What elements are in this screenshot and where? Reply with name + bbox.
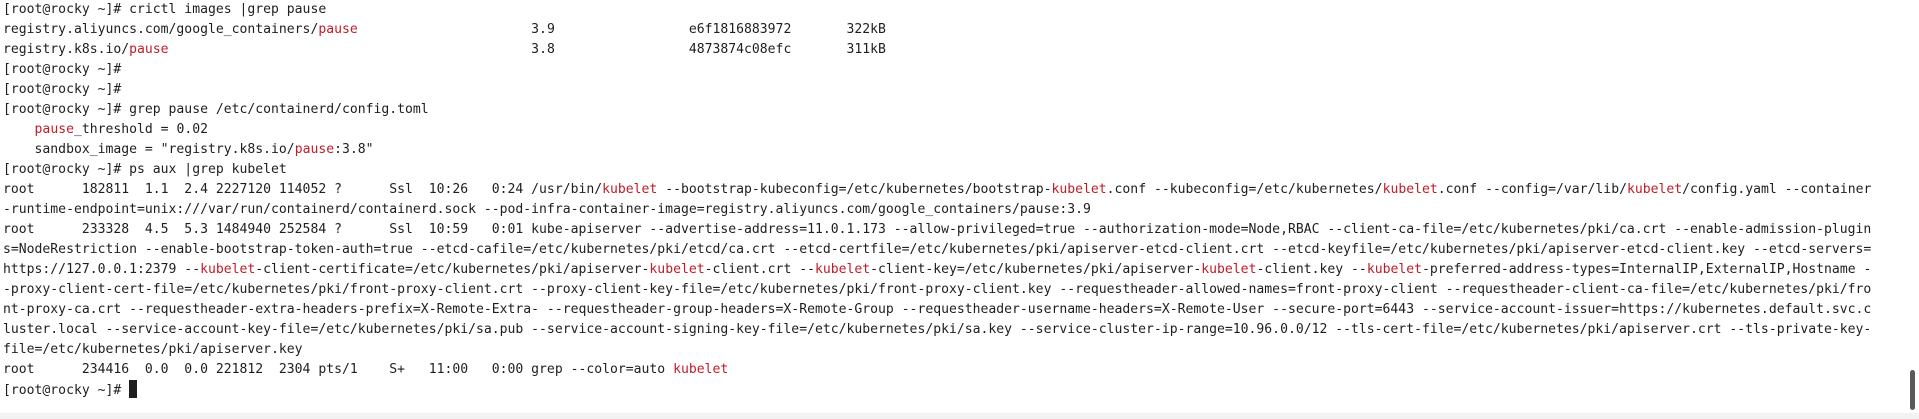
cursor-icon <box>129 380 138 398</box>
terminal-text: registry.aliyuncs.com/google_containers/ <box>3 22 319 37</box>
terminal-line: [root@rocky ~]# <box>3 80 1903 100</box>
terminal-line: -proxy-client-cert-file=/etc/kubernetes/… <box>3 280 1903 300</box>
terminal-text: root 234416 0.0 0.0 221812 2304 pts/1 S+… <box>3 362 674 377</box>
match-highlight: pause <box>34 122 74 137</box>
terminal-text: -runtime-endpoint=unix:///var/run/contai… <box>3 202 1091 217</box>
terminal-line: [root@rocky ~]# grep pause /etc/containe… <box>3 100 1903 120</box>
match-highlight: kubelet <box>1626 182 1683 197</box>
terminal-text: [root@rocky ~]# <box>3 82 122 97</box>
terminal-text: 3.9 e6f1816883972 322kB <box>357 22 886 37</box>
match-highlight: kubelet <box>602 182 658 197</box>
terminal-text: nt-proxy-ca.crt --requestheader-extra-he… <box>3 302 1872 317</box>
terminal-text: --bootstrap-kubeconfig=/etc/kubernetes/b… <box>657 182 1052 197</box>
terminal-text: root 182811 1.1 2.4 2227120 114052 ? Ssl… <box>3 182 603 197</box>
terminal-line: [root@rocky ~]# <box>3 60 1903 80</box>
terminal-text: -proxy-client-cert-file=/etc/kubernetes/… <box>3 282 1872 297</box>
match-highlight: pause <box>318 22 358 37</box>
terminal-text: -preferred-address-types=InternalIP,Exte… <box>1422 262 1872 277</box>
match-highlight: kubelet <box>200 262 256 277</box>
terminal-text: -client-key=/etc/kubernetes/pki/apiserve… <box>870 262 1202 277</box>
terminal-text: /config.yaml --container <box>1682 182 1872 197</box>
terminal-text: root 233328 4.5 5.3 1484940 252584 ? Ssl… <box>3 222 1872 237</box>
terminal-scrollbar[interactable] <box>1907 0 1917 419</box>
terminal-line: registry.k8s.io/pause 3.8 4873874c08efc … <box>3 40 1903 60</box>
scrollbar-thumb[interactable] <box>1910 370 1915 410</box>
terminal-line: [root@rocky ~]# crictl images |grep paus… <box>3 0 1903 20</box>
terminal-text: s=NodeRestriction --enable-bootstrap-tok… <box>3 242 1872 257</box>
terminal-output[interactable]: [root@rocky ~]# crictl images |grep paus… <box>3 0 1903 410</box>
terminal-line: sandbox_image = "registry.k8s.io/pause:3… <box>3 140 1903 160</box>
terminal-line: https://127.0.0.1:2379 --kubelet-client-… <box>3 260 1903 280</box>
match-highlight: kubelet <box>1382 182 1438 197</box>
terminal-text: -client-certificate=/etc/kubernetes/pki/… <box>255 262 650 277</box>
terminal-text: [root@rocky ~]# <box>3 62 122 77</box>
terminal-line: [root@rocky ~]# ps aux |grep kubelet <box>3 160 1903 180</box>
terminal-line: root 182811 1.1 2.4 2227120 114052 ? Ssl… <box>3 180 1903 200</box>
terminal-line: pause_threshold = 0.02 <box>3 120 1903 140</box>
terminal-text: registry.k8s.io/ <box>3 42 130 57</box>
match-highlight: kubelet <box>673 362 729 377</box>
match-highlight: pause <box>129 42 169 57</box>
terminal-text: :3.8" <box>334 142 374 157</box>
terminal-text: file=/etc/kubernetes/pki/apiserver.key <box>3 342 303 357</box>
match-highlight: kubelet <box>1051 182 1107 197</box>
terminal-text: [root@rocky ~]# crictl images |grep paus… <box>3 2 327 17</box>
terminal-text: sandbox_image = "registry.k8s.io/ <box>3 142 295 157</box>
terminal-line: s=NodeRestriction --enable-bootstrap-tok… <box>3 240 1903 260</box>
terminal-text: .conf --config=/var/lib/ <box>1437 182 1627 197</box>
terminal-text: [root@rocky ~]# grep pause /etc/containe… <box>3 102 429 117</box>
terminal-text: [root@rocky ~]# ps aux |grep kubelet <box>3 162 287 177</box>
terminal-line: nt-proxy-ca.crt --requestheader-extra-he… <box>3 300 1903 320</box>
match-highlight: kubelet <box>1366 262 1423 277</box>
terminal-text: luster.local --service-account-key-file=… <box>3 322 1872 337</box>
terminal-line: root 234416 0.0 0.0 221812 2304 pts/1 S+… <box>3 360 1903 380</box>
terminal-line: -runtime-endpoint=unix:///var/run/contai… <box>3 200 1903 220</box>
terminal-text: .conf --kubeconfig=/etc/kubernetes/ <box>1106 182 1383 197</box>
terminal-text: -client.crt -- <box>704 262 815 277</box>
terminal-line: [root@rocky ~]# <box>3 380 1903 400</box>
terminal-line: file=/etc/kubernetes/pki/apiserver.key <box>3 340 1903 360</box>
terminal-text: 3.8 4873874c08efc 311kB <box>168 42 886 57</box>
terminal-text: _threshold = 0.02 <box>73 122 208 137</box>
match-highlight: pause <box>294 142 335 157</box>
terminal-line: luster.local --service-account-key-file=… <box>3 320 1903 340</box>
match-highlight: kubelet <box>814 262 871 277</box>
terminal-bottom-edge <box>0 413 1919 419</box>
terminal-line: root 233328 4.5 5.3 1484940 252584 ? Ssl… <box>3 220 1903 240</box>
match-highlight: kubelet <box>649 262 705 277</box>
terminal-text: -client.key -- <box>1256 262 1367 277</box>
terminal-text: [root@rocky ~]# <box>3 383 130 398</box>
terminal-window[interactable]: [root@rocky ~]# crictl images |grep paus… <box>0 0 1919 419</box>
match-highlight: kubelet <box>1201 262 1257 277</box>
terminal-text: https://127.0.0.1:2379 -- <box>3 262 201 277</box>
terminal-line: registry.aliyuncs.com/google_containers/… <box>3 20 1903 40</box>
